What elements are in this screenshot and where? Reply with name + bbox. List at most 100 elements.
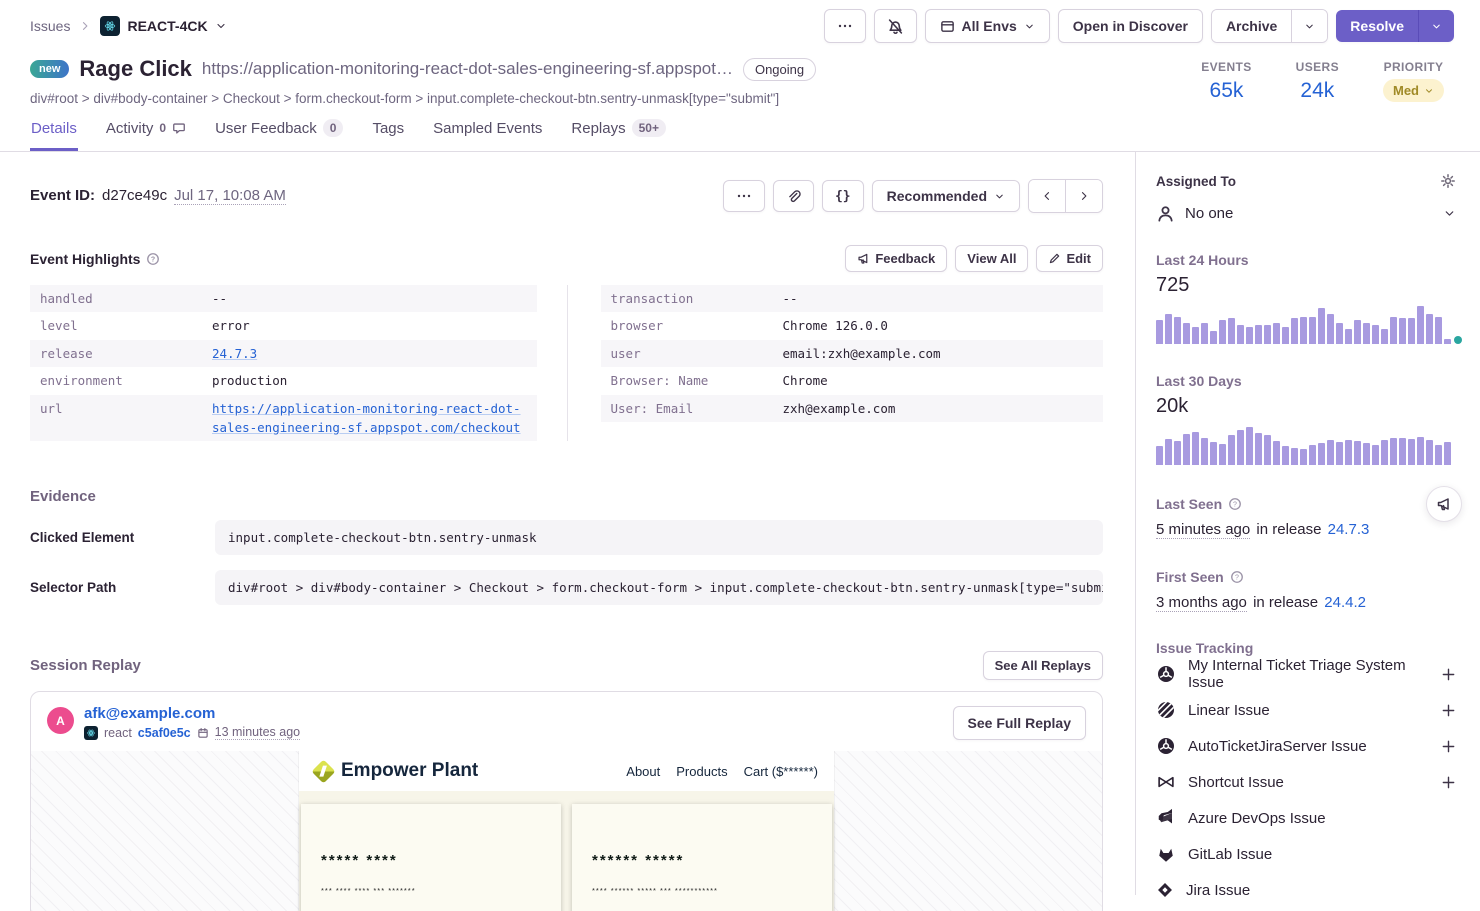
feedback-button[interactable]: Feedback: [845, 245, 947, 272]
empower-plant-logo-icon: [311, 759, 335, 783]
first-seen-time[interactable]: 3 months ago: [1156, 594, 1247, 612]
last-seen-time[interactable]: 5 minutes ago: [1156, 521, 1250, 539]
chart-bar: [1390, 438, 1397, 465]
environment-selector-button[interactable]: All Envs: [925, 9, 1050, 43]
chart-bar: [1183, 323, 1190, 344]
chart-bar: [1219, 444, 1226, 465]
url-link[interactable]: https://application-monitoring-react-dot…: [212, 399, 527, 438]
resolve-button[interactable]: Resolve: [1336, 10, 1418, 42]
chevron-down-icon: [1024, 21, 1035, 32]
chart-bar: [1318, 443, 1325, 465]
chart-bar: [1291, 448, 1298, 465]
replay-id-link[interactable]: c5af0e5c: [138, 726, 191, 740]
see-full-replay-button[interactable]: See Full Replay: [953, 706, 1086, 740]
chart-bar: [1300, 449, 1307, 465]
see-all-replays-button[interactable]: See All Replays: [983, 651, 1103, 680]
priority-selector[interactable]: Med: [1383, 79, 1444, 102]
event-sort-selector[interactable]: Recommended: [872, 180, 1020, 212]
replay-product-card: ***** **** *** **** **** *** ******* Add…: [301, 804, 561, 911]
chart-bar: [1264, 325, 1271, 344]
chevron-left-icon: [1041, 190, 1053, 202]
users-label: USERS: [1296, 60, 1339, 74]
svg-text:?: ?: [1235, 575, 1239, 582]
megaphone-icon: [1436, 496, 1452, 512]
table-row: browserChrome 126.0.0: [601, 312, 1104, 339]
tab-activity[interactable]: Activity0: [105, 119, 187, 151]
chart-bar: [1363, 443, 1370, 465]
chart-bar: [1345, 440, 1352, 465]
event-id-label: Event ID:: [30, 187, 95, 204]
tab-replays[interactable]: Replays50+: [570, 119, 667, 151]
view-all-button[interactable]: View All: [955, 245, 1028, 272]
tab-user-feedback[interactable]: User Feedback0: [214, 119, 344, 151]
help-icon[interactable]: ?: [146, 252, 160, 266]
chart-bar: [1282, 446, 1289, 465]
chevron-down-icon: [1424, 86, 1434, 96]
table-row: release24.7.3: [30, 340, 537, 367]
replay-nav-cart: Cart ($******): [744, 764, 818, 779]
archive-button[interactable]: Archive: [1212, 10, 1291, 42]
last-seen-release-link[interactable]: 24.7.3: [1328, 521, 1370, 538]
user-feedback-count: 0: [323, 119, 344, 137]
tab-tags[interactable]: Tags: [371, 119, 405, 151]
more-actions-button[interactable]: [824, 9, 866, 43]
attachments-button[interactable]: [773, 180, 814, 212]
open-in-discover-button[interactable]: Open in Discover: [1058, 9, 1203, 43]
event-timestamp[interactable]: Jul 17, 10:08 AM: [174, 187, 286, 205]
chart-bar: [1417, 306, 1424, 344]
chart-bar: [1381, 329, 1388, 344]
user-icon: [1156, 204, 1175, 223]
chart-bar: [1174, 317, 1181, 344]
chart-bar: [1300, 317, 1307, 344]
tab-details[interactable]: Details: [30, 119, 78, 151]
users-count-link[interactable]: 24k: [1300, 79, 1334, 103]
resolve-dropdown-button[interactable]: [1418, 10, 1454, 42]
release-link[interactable]: 24.7.3: [212, 344, 527, 363]
chart-bar: [1291, 318, 1298, 344]
next-event-button[interactable]: [1065, 180, 1102, 212]
first-seen-release-link[interactable]: 24.4.2: [1324, 594, 1366, 611]
replay-viewer[interactable]: Empower Plant About Products Cart ($****…: [31, 751, 1102, 911]
replay-product-card: ****** ***** **** ****** ***** *** *****…: [572, 804, 832, 911]
tab-sampled-events[interactable]: Sampled Events: [432, 119, 543, 151]
events-count-link[interactable]: 65k: [1210, 79, 1244, 103]
mute-notifications-button[interactable]: [874, 9, 917, 43]
list-item: AutoTicketJiraServer Issue: [1156, 728, 1456, 764]
replay-user-link[interactable]: afk@example.com: [84, 705, 300, 722]
shortcut-icon: [1156, 772, 1176, 792]
project-selector[interactable]: REACT-4CK: [100, 16, 226, 36]
replay-time-ago[interactable]: 13 minutes ago: [215, 725, 300, 740]
chart-bar: [1327, 440, 1334, 465]
event-nav-group: [1028, 179, 1103, 213]
gear-icon[interactable]: [1440, 173, 1456, 189]
add-issue-button[interactable]: [1441, 703, 1456, 718]
archive-dropdown-button[interactable]: [1291, 10, 1327, 42]
issue-title: Rage Click: [79, 56, 192, 82]
replay-page: Empower Plant About Products Cart ($****…: [299, 751, 834, 911]
session-replay-section: Session Replay See All Replays A afk@exa…: [30, 651, 1103, 911]
previous-event-button[interactable]: [1029, 180, 1065, 212]
json-braces-icon[interactable]: {}: [822, 180, 864, 212]
chevron-down-icon: [1304, 21, 1315, 32]
add-issue-button[interactable]: [1441, 775, 1456, 790]
feedback-fab-button[interactable]: [1426, 486, 1462, 522]
replay-card: A afk@example.com react c5af0e5c 13 minu: [30, 691, 1103, 911]
edit-highlights-button[interactable]: Edit: [1036, 245, 1103, 272]
help-icon[interactable]: ?: [1230, 570, 1244, 584]
activity-count: 0: [159, 121, 166, 135]
chart-bar: [1408, 318, 1415, 344]
add-issue-button[interactable]: [1441, 739, 1456, 754]
add-issue-button[interactable]: [1441, 667, 1456, 682]
assignee-selector[interactable]: No one: [1156, 204, 1456, 223]
bell-slash-icon: [887, 18, 904, 35]
help-icon[interactable]: ?: [1228, 497, 1242, 511]
priority-value: Med: [1393, 83, 1419, 98]
pencil-icon: [1048, 252, 1061, 265]
replay-nav-about: About: [626, 764, 660, 779]
ellipsis-icon: [837, 18, 853, 34]
breadcrumb-issues-link[interactable]: Issues: [30, 18, 70, 34]
chart-bar: [1372, 445, 1379, 465]
event-more-button[interactable]: [723, 180, 765, 212]
chart-bar: [1183, 434, 1190, 465]
window-icon: [940, 19, 955, 34]
